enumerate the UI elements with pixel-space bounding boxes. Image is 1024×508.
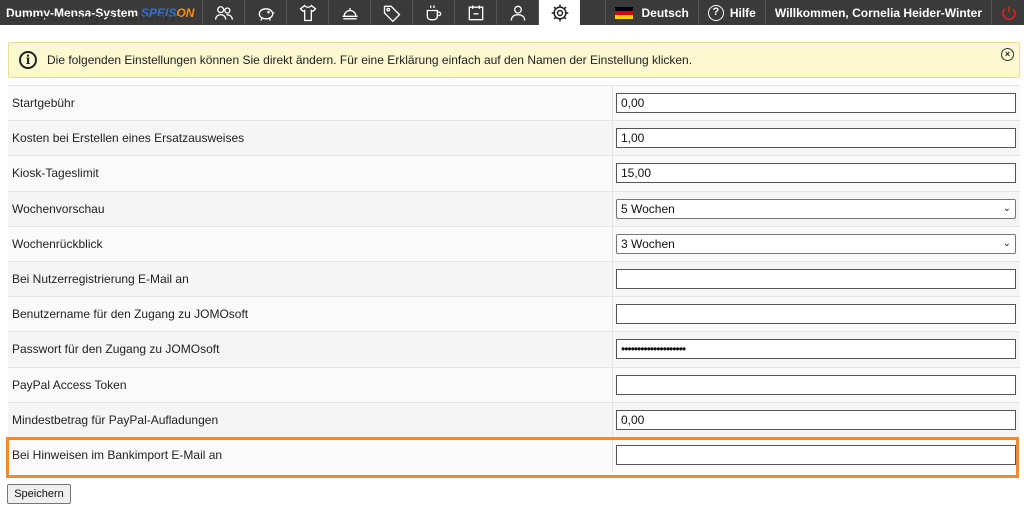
page-title: Einstellungen ändern bbox=[8, 16, 181, 30]
setting-input[interactable] bbox=[616, 374, 1016, 395]
power-icon bbox=[1002, 5, 1016, 20]
table-row: Startgebühr bbox=[8, 85, 1020, 121]
setting-input[interactable] bbox=[616, 128, 1016, 149]
logout-button[interactable] bbox=[991, 0, 1024, 25]
language-selector[interactable]: Deutsch bbox=[605, 0, 697, 25]
table-row: Mindestbetrag für PayPal-Aufladungen bbox=[8, 401, 1020, 437]
table-row: Bei Nutzerregistrierung E-Mail an bbox=[8, 260, 1020, 297]
setting-input[interactable] bbox=[616, 444, 1016, 465]
help-link[interactable]: ? Hilfe bbox=[697, 0, 765, 25]
info-banner: i Die folgenden Einstellungen können Sie… bbox=[8, 42, 1020, 78]
chevron-down-icon: ⌄ bbox=[1002, 238, 1011, 250]
info-text: Die folgenden Einstellungen können Sie d… bbox=[47, 53, 693, 67]
setting-label[interactable]: Passwort für den Zugang zu JOMOsoft bbox=[8, 332, 613, 367]
help-icon: ? bbox=[707, 4, 724, 21]
setting-label[interactable]: Wochenvorschau bbox=[8, 191, 613, 226]
setting-input[interactable] bbox=[616, 163, 1016, 184]
close-icon[interactable]: × bbox=[1001, 48, 1014, 61]
select-value: 5 Wochen bbox=[621, 201, 675, 216]
shirt-icon[interactable] bbox=[286, 0, 328, 25]
calendar-icon[interactable] bbox=[454, 0, 496, 25]
welcome-user[interactable]: Willkommen, Cornelia Heider-Winter bbox=[764, 0, 991, 25]
setting-label[interactable]: Kiosk-Tageslimit bbox=[8, 156, 613, 191]
setting-select[interactable]: 5 Wochen ⌄ bbox=[616, 198, 1016, 219]
piggy-bank-icon[interactable] bbox=[244, 0, 286, 25]
table-row: Passwort für den Zugang zu JOMOsoft bbox=[8, 331, 1020, 367]
setting-input[interactable] bbox=[616, 269, 1016, 290]
topbar-right: Deutsch ? Hilfe Willkommen, Cornelia Hei… bbox=[605, 0, 1024, 25]
german-flag-icon bbox=[615, 6, 634, 19]
setting-select[interactable]: 3 Wochen ⌄ bbox=[616, 233, 1016, 254]
setting-label[interactable]: Benutzername für den Zugang zu JOMOsoft bbox=[8, 297, 613, 332]
table-row: Benutzername für den Zugang zu JOMOsoft bbox=[8, 296, 1020, 332]
person-icon[interactable] bbox=[496, 0, 538, 25]
setting-input[interactable] bbox=[616, 409, 1016, 430]
setting-label[interactable]: Mindestbetrag für PayPal-Aufladungen bbox=[8, 402, 613, 437]
info-icon: i bbox=[19, 51, 37, 69]
password-input[interactable] bbox=[616, 339, 1016, 360]
table-row: Kosten bei Erstellen eines Ersatzausweis… bbox=[8, 120, 1020, 156]
save-button[interactable]: Speichern bbox=[7, 484, 71, 504]
table-row: Bei Hinweisen im Bankimport E-Mail an bbox=[8, 436, 1020, 473]
setting-label[interactable]: Bei Hinweisen im Bankimport E-Mail an bbox=[8, 437, 613, 473]
users-icon[interactable] bbox=[202, 0, 244, 25]
language-label: Deutsch bbox=[641, 5, 689, 20]
food-dish-icon[interactable] bbox=[328, 0, 370, 25]
table-row: Kiosk-Tageslimit bbox=[8, 155, 1020, 191]
setting-input[interactable] bbox=[616, 304, 1016, 325]
setting-label[interactable]: Startgebühr bbox=[8, 86, 613, 121]
setting-label[interactable]: Kosten bei Erstellen eines Ersatzausweis… bbox=[8, 121, 613, 156]
tag-icon[interactable] bbox=[370, 0, 412, 25]
setting-label[interactable]: Wochenrückblick bbox=[8, 226, 613, 261]
table-row: Wochenvorschau 5 Wochen ⌄ bbox=[8, 190, 1020, 226]
gear-icon[interactable] bbox=[538, 0, 581, 25]
welcome-label: Willkommen, Cornelia Heider-Winter bbox=[774, 5, 982, 20]
table-row: PayPal Access Token bbox=[8, 366, 1020, 402]
select-value: 3 Wochen bbox=[621, 236, 675, 251]
table-row: Wochenrückblick 3 Wochen ⌄ bbox=[8, 225, 1020, 261]
setting-input[interactable] bbox=[616, 93, 1016, 114]
chevron-down-icon: ⌄ bbox=[1002, 203, 1011, 215]
main-nav bbox=[202, 0, 581, 25]
setting-label[interactable]: Bei Nutzerregistrierung E-Mail an bbox=[8, 261, 613, 297]
help-label: Hilfe bbox=[729, 5, 756, 20]
setting-label[interactable]: PayPal Access Token bbox=[8, 367, 613, 402]
settings-table: Startgebühr Kosten bei Erstellen eines E… bbox=[8, 85, 1020, 473]
cup-icon[interactable] bbox=[412, 0, 454, 25]
